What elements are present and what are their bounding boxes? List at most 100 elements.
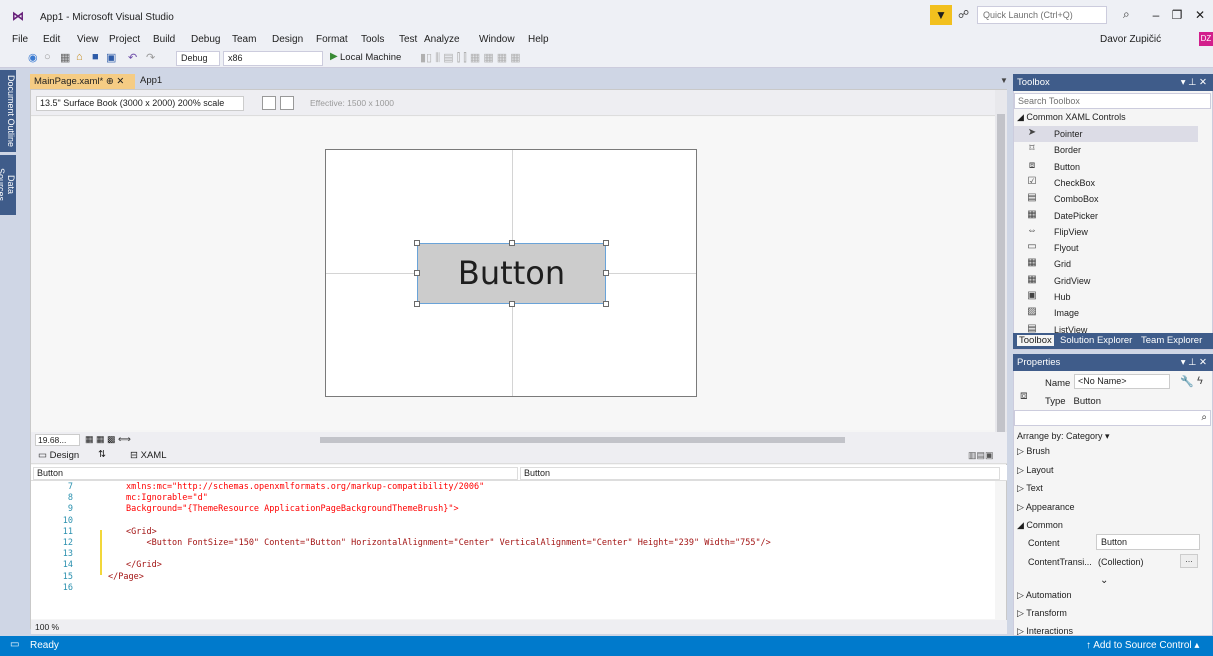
menu-file[interactable]: File (12, 34, 28, 45)
restore-button[interactable]: ❐ (1169, 8, 1185, 22)
toolbox-item-checkbox[interactable]: ☑ CheckBox (1014, 175, 1198, 191)
toolbox-item-flipview[interactable]: ⇔ FlipView (1014, 224, 1198, 240)
menu-view[interactable]: View (77, 34, 99, 45)
panel-controls-icon[interactable]: ▾ ⊥ ✕ (1181, 77, 1207, 88)
panel-controls-icon[interactable]: ▾ ⊥ ✕ (1181, 357, 1207, 368)
code-line[interactable]: Background="{ThemeResource ApplicationPa… (126, 504, 459, 514)
menu-help[interactable]: Help (528, 34, 549, 45)
start-debugging-icon[interactable]: ▶ (330, 51, 338, 62)
menu-tools[interactable]: Tools (361, 34, 384, 45)
run-target-button[interactable]: Local Machine (340, 52, 401, 63)
data-sources-tab[interactable]: Data Sources (0, 155, 16, 215)
arrange-by-combo[interactable]: Arrange by: Category ▾ (1017, 431, 1110, 442)
resize-handle[interactable] (603, 301, 609, 307)
resize-handle[interactable] (414, 270, 420, 276)
forward-icon[interactable]: ○ (44, 51, 51, 63)
resize-handle[interactable] (414, 301, 420, 307)
close-button[interactable]: ✕ (1192, 8, 1208, 22)
pin-icon[interactable]: ⊕ (106, 76, 114, 87)
menu-format[interactable]: Format (316, 34, 348, 45)
collection-editor-button[interactable]: … (1180, 554, 1198, 568)
close-tab-icon[interactable]: ✕ (116, 76, 124, 87)
toolbox-item-pointer[interactable]: ➤ Pointer (1014, 126, 1198, 142)
search-icon[interactable]: ⌕ (1123, 7, 1130, 22)
document-outline-tab[interactable]: Document Outline (0, 70, 16, 152)
toolbox-item-hub[interactable]: ▣ Hub (1014, 289, 1198, 305)
code-line[interactable]: <Grid> (126, 527, 157, 537)
configuration-combo[interactable]: Debug (176, 51, 220, 66)
menu-project[interactable]: Project (109, 34, 140, 45)
tab-mainpage-xaml[interactable]: MainPage.xaml* ⊕ ✕ (30, 74, 135, 89)
code-line[interactable]: xmlns:mc="http://schemas.openxmlformats.… (126, 482, 484, 492)
zoom-combo[interactable]: 19.68... (35, 434, 80, 446)
scroll-thumb[interactable] (997, 114, 1005, 436)
tab-solution-explorer[interactable]: Solution Explorer (1060, 335, 1132, 346)
undo-icon[interactable]: ↶ (128, 51, 137, 64)
properties-search-input[interactable]: ⌕ (1014, 410, 1211, 426)
horizontal-scroll-thumb[interactable] (320, 437, 845, 443)
toolbox-group-header[interactable]: ◢ Common XAML Controls (1017, 112, 1126, 123)
property-category[interactable]: ▷ Brush (1017, 446, 1050, 457)
landscape-icon[interactable] (262, 96, 276, 110)
resize-handle[interactable] (414, 240, 420, 246)
device-preview-combo[interactable]: 13.5" Surface Book (3000 x 2000) 200% sc… (36, 96, 244, 111)
tab-app1[interactable]: App1 (140, 75, 162, 86)
notifications-filter-icon[interactable]: ▼ (930, 5, 952, 25)
resize-handle[interactable] (509, 240, 515, 246)
quick-launch-input[interactable]: Quick Launch (Ctrl+Q) (977, 6, 1107, 24)
toolbox-item-border[interactable]: ⌑ Border (1014, 142, 1198, 158)
wrench-icon[interactable]: 🔧 (1180, 375, 1194, 388)
tab-toolbox[interactable]: Toolbox (1017, 335, 1054, 346)
save-icon[interactable]: ■ (92, 51, 99, 63)
code-line[interactable]: <Button FontSize="150" Content="Button" … (126, 538, 770, 548)
toolbox-item-flyout[interactable]: ▭ Flyout (1014, 240, 1198, 256)
resize-handle[interactable] (603, 240, 609, 246)
element-member-combo[interactable]: Button (520, 467, 1000, 480)
code-line[interactable]: mc:Ignorable="d" (126, 493, 208, 503)
toolbox-item-button[interactable]: ⧈ Button (1014, 159, 1198, 175)
user-avatar[interactable]: DZ (1199, 32, 1213, 46)
tab-xaml[interactable]: ⊟ XAML (130, 450, 166, 461)
tab-design[interactable]: ▭ Design (38, 450, 79, 461)
user-name[interactable]: Davor Zupičić (1100, 34, 1161, 45)
back-icon[interactable]: ◉ (28, 51, 38, 64)
property-category[interactable]: ◢ Common (1017, 520, 1063, 531)
redo-icon[interactable]: ↷ (146, 51, 155, 64)
add-to-source-control-button[interactable]: ↑ Add to Source Control ▴ (1086, 640, 1199, 651)
property-category[interactable]: ▷ Transform (1017, 608, 1067, 619)
menu-build[interactable]: Build (153, 34, 175, 45)
toolbox-item-gridview[interactable]: ▦ GridView (1014, 273, 1198, 289)
menu-debug[interactable]: Debug (191, 34, 220, 45)
toolbox-search-input[interactable]: Search Toolbox (1014, 93, 1211, 109)
menu-analyze[interactable]: Analyze (424, 34, 460, 45)
open-file-icon[interactable]: ⌂ (76, 51, 83, 63)
property-category[interactable]: ▷ Layout (1017, 465, 1053, 476)
element-scope-combo[interactable]: Button (33, 467, 518, 480)
property-category[interactable]: ▷ Appearance (1017, 502, 1074, 513)
toolbox-item-combobox[interactable]: ▤ ComboBox (1014, 191, 1198, 207)
name-field[interactable]: <No Name> (1074, 374, 1170, 389)
tab-list-dropdown-icon[interactable]: ▼ (1000, 76, 1008, 85)
save-all-icon[interactable]: ▣ (106, 51, 116, 64)
feedback-icon[interactable]: ☍ (958, 8, 969, 21)
toolbox-item-datepicker[interactable]: ▦ DatePicker (1014, 208, 1198, 224)
button-preview[interactable]: Button (417, 243, 606, 304)
new-project-icon[interactable]: ▦ (60, 51, 70, 64)
code-line[interactable]: </Page> (108, 572, 144, 582)
menu-edit[interactable]: Edit (43, 34, 60, 45)
resize-handle[interactable] (509, 301, 515, 307)
events-icon[interactable]: ϟ (1197, 375, 1203, 387)
property-category[interactable]: ▷ Automation (1017, 590, 1071, 601)
platform-combo[interactable]: x86 (223, 51, 323, 66)
menu-team[interactable]: Team (232, 34, 256, 45)
swap-panes-icon[interactable]: ⇅ (98, 449, 106, 460)
split-orientation-icons[interactable]: ▥▤▣ (968, 450, 994, 461)
chevron-down-icon[interactable]: ⌄ (1100, 575, 1108, 586)
grid-toggle-icons[interactable]: ▦ ▦ ▩ ⟺ (85, 434, 131, 445)
menu-window[interactable]: Window (479, 34, 515, 45)
code-line[interactable]: </Grid> (126, 560, 162, 570)
content-field[interactable]: Button (1096, 534, 1200, 550)
menu-test[interactable]: Test (399, 34, 417, 45)
minimize-button[interactable]: – (1148, 8, 1164, 22)
code-zoom-combo[interactable]: 100 % (35, 622, 59, 632)
